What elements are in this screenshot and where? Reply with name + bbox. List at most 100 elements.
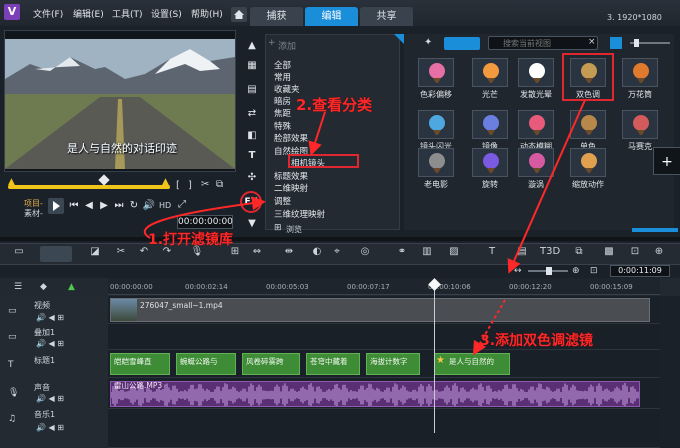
effect-thumb[interactable] bbox=[518, 148, 554, 177]
effect-thumb[interactable] bbox=[622, 58, 658, 87]
effect-thumb[interactable] bbox=[518, 110, 554, 139]
menu-tools[interactable]: 工具(T) bbox=[112, 7, 143, 20]
track-manager-icon[interactable]: ☰ bbox=[14, 282, 22, 292]
tab-share[interactable]: 共享 bbox=[360, 7, 413, 26]
title-icon[interactable]: T bbox=[245, 150, 259, 164]
timeline-view-button[interactable] bbox=[40, 246, 72, 262]
fullscreen-icon[interactable]: ⤢ bbox=[178, 199, 186, 210]
track-lock-icon[interactable]: 🔊 ◀ ⊞ bbox=[36, 339, 64, 348]
effect-thumb[interactable] bbox=[472, 58, 508, 87]
volume-icon[interactable]: 🔊 bbox=[142, 199, 156, 213]
transition-icon[interactable]: ⇄ bbox=[245, 108, 259, 122]
category-item[interactable]: 调整 bbox=[274, 195, 291, 207]
add-category-label[interactable]: 添加 bbox=[278, 39, 296, 52]
tool-icon[interactable]: ⇔ bbox=[250, 246, 264, 260]
category-item[interactable]: 二维映射 bbox=[274, 182, 308, 194]
tool-icon[interactable]: ▥ bbox=[420, 246, 434, 260]
all-tracks-icon[interactable]: ▲ bbox=[68, 282, 75, 292]
media-icon[interactable]: ▦ bbox=[245, 60, 259, 74]
add-icon[interactable]: + bbox=[268, 38, 276, 48]
effect-thumb[interactable] bbox=[418, 110, 454, 139]
effect-thumb[interactable] bbox=[570, 110, 606, 139]
tool-icon[interactable]: ⧉ bbox=[572, 246, 586, 260]
tool-icon[interactable]: ⊡ bbox=[628, 246, 642, 260]
tool-icon[interactable]: ⌖ bbox=[330, 246, 344, 260]
tab-capture[interactable]: 捕获 bbox=[250, 7, 303, 26]
next-frame-icon[interactable]: ▶ bbox=[97, 199, 111, 213]
go-start-icon[interactable]: ⏮ bbox=[67, 199, 81, 213]
browse-icon[interactable]: ⊞ bbox=[274, 223, 282, 233]
thumb-size-knob[interactable] bbox=[634, 39, 639, 47]
category-item[interactable]: 全部 bbox=[274, 59, 291, 71]
timeline-timecode[interactable]: 0:00:11:09 bbox=[610, 265, 670, 277]
fit-project-icon[interactable]: ⊡ bbox=[590, 266, 598, 276]
instant-project-icon[interactable]: ▤ bbox=[245, 84, 259, 98]
play-button[interactable] bbox=[48, 198, 64, 214]
sparkle-icon[interactable]: ✦ bbox=[424, 37, 432, 48]
effect-thumb[interactable] bbox=[570, 148, 606, 177]
storyboard-view-icon[interactable]: ▭ bbox=[12, 246, 26, 260]
title-clip[interactable]: 蜿蜒公路与 bbox=[176, 353, 236, 375]
effect-thumb[interactable] bbox=[622, 110, 658, 139]
clear-search-icon[interactable]: × bbox=[588, 37, 596, 47]
track-lock-icon[interactable]: 🔊 ◀ ⊞ bbox=[36, 394, 64, 403]
search-input[interactable] bbox=[488, 36, 598, 50]
tool-icon[interactable]: ▨ bbox=[447, 246, 461, 260]
prev-frame-icon[interactable]: ◀ bbox=[82, 199, 96, 213]
preview-playhead[interactable] bbox=[98, 174, 110, 186]
track-lock-icon[interactable]: 🔊 ◀ ⊞ bbox=[36, 423, 64, 432]
tool-icon[interactable]: ⇹ bbox=[282, 246, 296, 260]
menu-help[interactable]: 帮助(H) bbox=[191, 7, 223, 20]
home-button[interactable] bbox=[231, 7, 247, 22]
scroll-down-icon[interactable]: ▼ bbox=[245, 218, 259, 232]
category-item[interactable]: 标题效果 bbox=[274, 170, 308, 182]
category-item[interactable]: 三维纹理映射 bbox=[274, 208, 325, 220]
title-clip[interactable]: 海拔计数字 bbox=[366, 353, 420, 375]
effect-thumb[interactable] bbox=[518, 58, 554, 87]
preview-timecode[interactable]: 00:00:00:00 bbox=[177, 215, 233, 229]
tab-edit[interactable]: 编辑 bbox=[305, 7, 358, 26]
tool-icon[interactable]: ✂ bbox=[114, 246, 128, 260]
trim-out-marker[interactable]: ▲ bbox=[162, 177, 169, 187]
snapshot-icon[interactable]: ⧉ bbox=[216, 179, 223, 190]
tool-icon[interactable]: ◪ bbox=[88, 246, 102, 260]
tool-icon[interactable]: ▤ bbox=[515, 246, 529, 260]
trim-in-marker[interactable]: ▲ bbox=[8, 177, 15, 187]
zoom-in-icon[interactable]: ⊕ bbox=[572, 266, 580, 276]
view-toggle-button[interactable] bbox=[444, 37, 480, 50]
mark-in-icon[interactable]: [ bbox=[176, 180, 180, 191]
tool-icon[interactable]: ⊕ bbox=[652, 246, 666, 260]
repeat-icon[interactable]: ↻ bbox=[127, 199, 141, 213]
menu-edit[interactable]: 编辑(E) bbox=[73, 7, 104, 20]
go-end-icon[interactable]: ⏭ bbox=[112, 199, 126, 213]
tool-icon[interactable]: ◎ bbox=[358, 246, 372, 260]
path-icon[interactable]: ✣ bbox=[245, 172, 259, 186]
track-lock-icon[interactable]: 🔊 ◀ ⊞ bbox=[36, 313, 64, 322]
effect-thumb[interactable] bbox=[472, 148, 508, 177]
category-item[interactable]: 常用 bbox=[274, 71, 291, 83]
menu-file[interactable]: 文件(F) bbox=[33, 7, 63, 20]
scissors-icon[interactable]: ✂ bbox=[201, 179, 209, 190]
category-item[interactable]: 暗房 bbox=[274, 95, 291, 107]
material-mode-label[interactable]: 素材- bbox=[24, 208, 43, 219]
effect-thumb[interactable] bbox=[418, 148, 454, 177]
zoom-knob[interactable] bbox=[546, 267, 552, 275]
audio-clip[interactable] bbox=[110, 381, 640, 407]
effect-thumb[interactable] bbox=[418, 58, 454, 87]
title-clip[interactable]: 风卷碎雾跨 bbox=[242, 353, 300, 375]
mark-out-icon[interactable]: ] bbox=[188, 180, 192, 191]
menu-settings[interactable]: 设置(S) bbox=[151, 7, 182, 20]
category-item[interactable]: 焦距 bbox=[274, 107, 291, 119]
title-clip[interactable]: 是人与自然的 bbox=[434, 353, 510, 375]
tool-icon[interactable]: ⚭ bbox=[395, 246, 409, 260]
scroll-up-icon[interactable]: ▲ bbox=[245, 40, 259, 54]
title-clip[interactable]: 皑皑雪峰直 bbox=[110, 353, 170, 375]
tool-icon[interactable]: ◐ bbox=[310, 246, 324, 260]
effect-thumb[interactable] bbox=[472, 110, 508, 139]
grid-view-button[interactable] bbox=[610, 37, 622, 49]
fit-icon[interactable]: ↔ bbox=[514, 266, 522, 276]
browse-label[interactable]: 浏览 bbox=[286, 224, 302, 235]
category-item[interactable]: 特殊 bbox=[274, 120, 291, 132]
tool-icon[interactable]: T3D bbox=[540, 246, 560, 260]
title-clip[interactable]: 苍穹中藏着 bbox=[306, 353, 360, 375]
